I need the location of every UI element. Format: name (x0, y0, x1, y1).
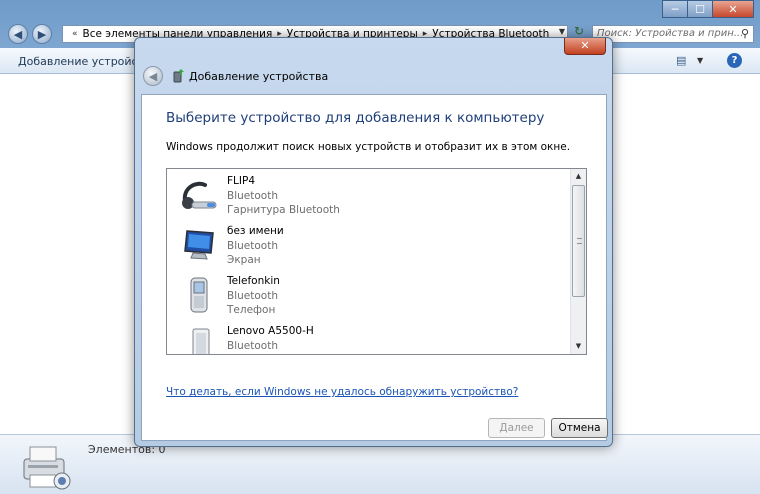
close-button[interactable]: ✕ (712, 0, 754, 18)
list-item[interactable]: FLIP4 Bluetooth Гарнитура Bluetooth (167, 169, 570, 219)
view-dropdown-icon[interactable]: ▼ (697, 56, 703, 65)
device-list-scrollbar[interactable]: ▲ ▼ (570, 169, 586, 354)
list-item[interactable]: Lenovo A5500-H Bluetooth (167, 319, 570, 354)
device-category: Гарнитура Bluetooth (227, 204, 340, 216)
view-options-icon[interactable]: ▤ (676, 54, 686, 67)
search-input[interactable]: Поиск: Устройства и прин... ⚲ (592, 25, 754, 43)
arrow-left-icon: ◀ (13, 27, 23, 41)
scrollbar-grip-icon (577, 238, 582, 244)
help-icon[interactable]: ? (727, 53, 742, 68)
address-dropdown-icon[interactable]: ▼ (559, 27, 565, 36)
dialog-footer: Далее Отмена (141, 416, 608, 441)
device-name: Telefonkin (227, 275, 280, 287)
list-item[interactable]: без имени Bluetooth Экран (167, 219, 570, 269)
search-placeholder: Поиск: Устройства и прин... (597, 28, 744, 39)
add-device-dialog: ✕ ◀ Добавление устройства Выберите устро… (134, 37, 613, 447)
device-name: FLIP4 (227, 175, 255, 187)
device-category: Экран (227, 254, 261, 266)
window-controls: ─ ☐ ✕ (662, 0, 754, 18)
device-connection: Bluetooth (227, 190, 278, 202)
help-link[interactable]: Что делать, если Windows не удалось обна… (166, 386, 518, 398)
device-name: Lenovo A5500-H (227, 325, 314, 337)
device-connection: Bluetooth (227, 290, 278, 302)
phone-icon (190, 277, 208, 313)
minimize-button[interactable]: ─ (662, 0, 688, 18)
scroll-up-icon[interactable]: ▲ (571, 169, 586, 184)
scrollbar-thumb[interactable] (572, 185, 585, 297)
add-device-icon (173, 69, 184, 83)
printer-icon (23, 446, 71, 490)
back-button[interactable]: ◀ (8, 24, 28, 44)
dialog-back-button[interactable]: ◀ (143, 66, 163, 86)
instruction-text: Windows продолжит поиск новых устройств … (166, 141, 571, 153)
cancel-button[interactable]: Отмена (551, 418, 608, 438)
search-icon[interactable]: ⚲ (741, 27, 749, 40)
page-heading: Выберите устройство для добавления к ком… (166, 110, 545, 126)
list-item[interactable]: Telefonkin Bluetooth Телефон (167, 269, 570, 319)
monitor-icon (184, 230, 214, 260)
next-button[interactable]: Далее (488, 418, 545, 438)
dialog-title: Добавление устройства (189, 70, 329, 83)
device-name: без имени (227, 225, 284, 237)
breadcrumb-chevron-icon: « (72, 29, 78, 39)
arrow-right-icon: ▶ (37, 27, 47, 41)
tablet-icon (192, 328, 210, 354)
device-connection: Bluetooth (227, 240, 278, 252)
forward-button[interactable]: ▶ (32, 24, 52, 44)
device-list[interactable]: FLIP4 Bluetooth Гарнитура Bluetooth без … (166, 168, 587, 355)
device-category: Телефон (227, 304, 276, 316)
dialog-body: Выберите устройство для добавления к ком… (141, 94, 607, 441)
maximize-button[interactable]: ☐ (687, 0, 713, 18)
headset-icon (182, 181, 217, 209)
device-connection: Bluetooth (227, 340, 278, 352)
dialog-close-button[interactable]: ✕ (564, 38, 606, 55)
dialog-header: ◀ Добавление устройства (141, 62, 606, 92)
scroll-down-icon[interactable]: ▼ (571, 339, 586, 354)
arrow-left-icon: ◀ (148, 69, 158, 83)
